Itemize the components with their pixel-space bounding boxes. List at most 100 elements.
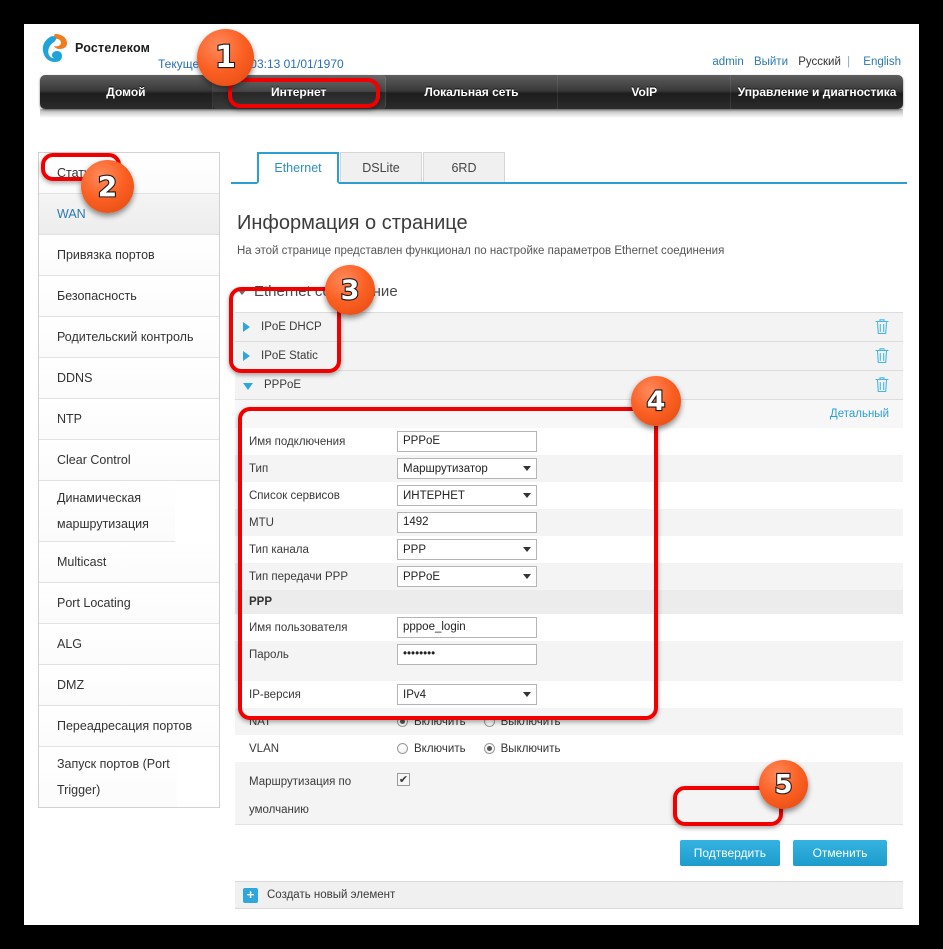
field-default-route: Маршрутизация по умолчанию ✔	[235, 762, 903, 824]
logout-link[interactable]: Выйти	[754, 56, 788, 68]
sidebar-item-parental-control[interactable]: Родительский контроль	[39, 317, 219, 358]
field-label: MTU	[249, 516, 274, 529]
lang-en-link[interactable]: English	[863, 56, 901, 68]
sidebar-item-clear-control[interactable]: Clear Control	[39, 440, 219, 481]
field-type: Тип Маршрутизатор	[235, 455, 903, 482]
connection-name-input[interactable]	[397, 431, 537, 452]
connection-row-ipoe-static[interactable]: IPoE Static	[235, 342, 903, 371]
service-list-select[interactable]: ИНТЕРНЕТ	[397, 485, 537, 506]
channel-type-select[interactable]: PPP	[397, 539, 537, 560]
nat-enable-label: Включить	[414, 715, 466, 728]
chevron-down-icon	[523, 692, 531, 697]
chevron-down-icon	[523, 466, 531, 471]
vlan-enable-label: Включить	[414, 742, 466, 755]
sidebar-item-alg[interactable]: ALG	[39, 624, 219, 665]
vlan-enable-radio[interactable]	[397, 743, 408, 754]
connection-label: IPoE DHCP	[261, 321, 322, 333]
page-content: Статус WAN Привязка портов Безопасность …	[24, 120, 919, 925]
detailed-link[interactable]: Детальный	[830, 408, 889, 420]
sidebar-item-wan[interactable]: WAN	[39, 194, 219, 235]
form-spacer	[235, 668, 903, 681]
sidebar-item-ntp[interactable]: NTP	[39, 399, 219, 440]
nat-radio-group: Включить Выключить	[397, 716, 572, 728]
create-new-item-label: Создать новый элемент	[267, 889, 396, 901]
screenshot-root: Ростелеком Текущее время: 03:13 01/01/19…	[0, 0, 943, 949]
brand-logo: Ростелеком	[41, 33, 150, 63]
ppp-transfer-type-select[interactable]: PPPoE	[397, 566, 537, 587]
current-time-label: Текущее время: 03:13 01/01/1970	[158, 57, 344, 71]
ip-version-select[interactable]: IPv4	[397, 684, 537, 705]
tab-ethernet[interactable]: Ethernet	[257, 152, 339, 184]
chevron-right-icon	[243, 351, 250, 361]
nav-item-internet[interactable]: Интернет	[212, 75, 386, 109]
vlan-disable-radio[interactable]	[483, 743, 495, 754]
select-value: Маршрутизатор	[403, 462, 488, 475]
select-value: ИНТЕРНЕТ	[403, 489, 465, 502]
sidebar-item-dynamic-routing[interactable]: Динамическая маршрутизация	[39, 481, 175, 542]
lang-separator: |	[847, 56, 851, 68]
field-nat: NAT Включить Выключить	[235, 708, 903, 735]
field-label: IP-версия	[249, 688, 301, 701]
main-navigation: Домой Интернет Локальная сеть VoIP Управ…	[40, 75, 903, 109]
cancel-button[interactable]: Отменить	[793, 840, 887, 866]
field-mtu: MTU	[235, 509, 903, 536]
connection-row-pppoe[interactable]: PPPoE	[235, 371, 903, 400]
nat-enable-radio[interactable]	[397, 716, 408, 727]
sidebar-item-multicast[interactable]: Multicast	[39, 542, 219, 583]
field-ip-version: IP-версия IPv4	[235, 681, 903, 708]
sidebar-item-port-locating[interactable]: Port Locating	[39, 583, 219, 624]
mtu-input[interactable]	[397, 512, 537, 533]
chevron-down-icon	[523, 493, 531, 498]
field-ppp-transfer-type: Тип передачи PPP PPPoE	[235, 563, 903, 590]
sidebar-item-status[interactable]: Статус	[39, 153, 219, 194]
pppoe-settings-form: Имя подключения Тип Маршрутизатор Список…	[235, 428, 903, 825]
account-links: admin Выйти Русский | English	[705, 56, 901, 68]
delete-icon[interactable]	[875, 376, 889, 393]
default-route-checkbox[interactable]: ✔	[397, 773, 410, 786]
nat-disable-radio[interactable]	[483, 716, 495, 727]
lang-ru-link[interactable]: Русский	[798, 56, 841, 68]
sidebar-item-security[interactable]: Безопасность	[39, 276, 219, 317]
sidebar-item-ddns[interactable]: DDNS	[39, 358, 219, 399]
tab-dslite[interactable]: DSLite	[340, 152, 422, 182]
connection-list: IPoE DHCP IPoE Static PPPoE	[235, 312, 903, 400]
tab-6rd[interactable]: 6RD	[423, 152, 505, 182]
field-label: Маршрутизация по умолчанию	[249, 776, 352, 816]
field-channel-type: Тип канала PPP	[235, 536, 903, 563]
field-connection-name: Имя подключения	[235, 428, 903, 455]
page-title: Информация о странице	[237, 212, 468, 234]
nav-item-lan[interactable]: Локальная сеть	[386, 75, 559, 109]
username-link[interactable]: admin	[712, 56, 743, 68]
chevron-down-icon	[237, 288, 247, 295]
type-select[interactable]: Маршрутизатор	[397, 458, 537, 479]
sidebar-item-port-trigger[interactable]: Запуск портов (Port Trigger)	[39, 747, 177, 807]
nav-item-management[interactable]: Управление и диагностика	[731, 75, 903, 109]
field-label: Список сервисов	[249, 489, 340, 502]
confirm-button[interactable]: Подтвердить	[679, 840, 780, 866]
field-service-list: Список сервисов ИНТЕРНЕТ	[235, 482, 903, 509]
sidebar-menu: Статус WAN Привязка портов Безопасность …	[38, 152, 220, 808]
delete-icon[interactable]	[875, 347, 889, 364]
delete-icon[interactable]	[875, 318, 889, 335]
connection-row-ipoe-dhcp[interactable]: IPoE DHCP	[235, 313, 903, 342]
field-label: Тип	[249, 462, 269, 475]
connection-label: PPPoE	[264, 379, 302, 391]
sidebar-item-port-forwarding[interactable]: Переадресация портов	[39, 706, 219, 747]
detail-row: Детальный	[235, 400, 903, 428]
sidebar-item-port-binding[interactable]: Привязка портов	[39, 235, 219, 276]
select-value: PPP	[403, 543, 427, 556]
section-header-label: Ethernet соединение	[254, 283, 398, 300]
nav-item-voip[interactable]: VoIP	[558, 75, 732, 109]
sidebar-item-dmz[interactable]: DMZ	[39, 665, 219, 706]
field-label: Тип передачи PPP	[249, 570, 349, 583]
section-header-ethernet-connection[interactable]: Ethernet соединение	[237, 283, 907, 300]
field-label: Имя пользователя	[249, 621, 348, 634]
nav-item-home[interactable]: Домой	[40, 75, 213, 109]
password-input[interactable]	[397, 644, 537, 665]
rostelecom-logo-icon	[42, 34, 67, 62]
select-value: IPv4	[403, 688, 427, 701]
create-new-item-row[interactable]: + Создать новый элемент	[235, 881, 903, 909]
field-label: VLAN	[249, 742, 280, 755]
username-input[interactable]	[397, 617, 537, 638]
nat-disable-label: Выключить	[500, 715, 561, 728]
